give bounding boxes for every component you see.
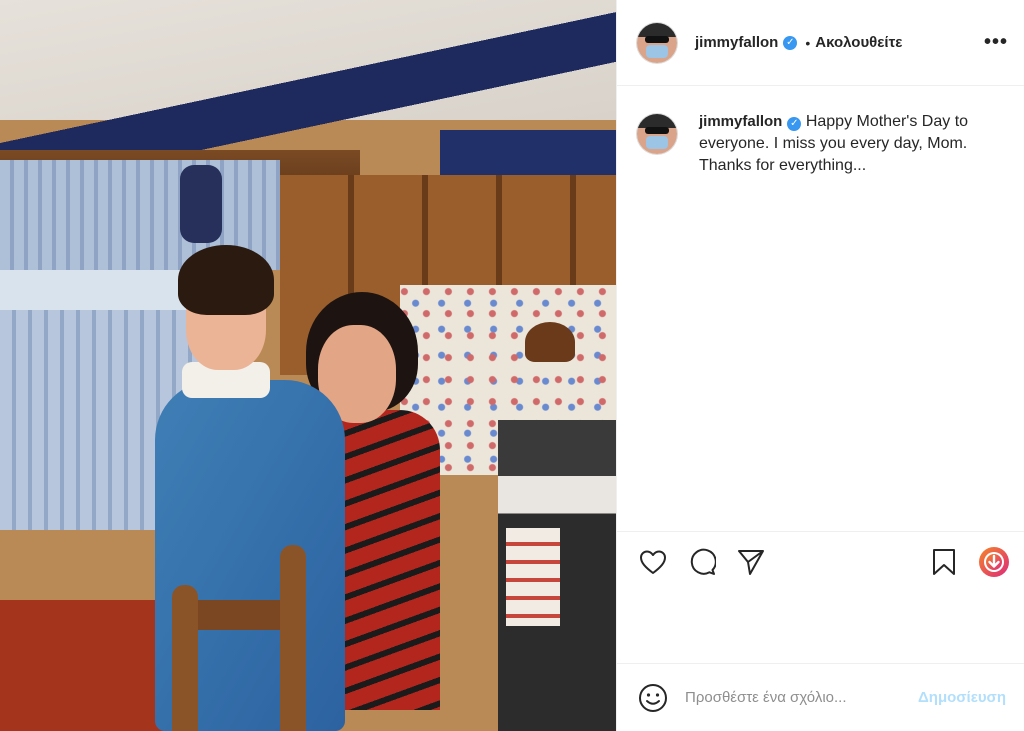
- extension-download-icon[interactable]: [978, 546, 1010, 578]
- emoji-icon[interactable]: [637, 682, 669, 714]
- comment-icon[interactable]: [686, 546, 718, 578]
- photo-wall-clock: [180, 165, 222, 243]
- caption-row: jimmyfallon ✓ Happy Mother's Day to every…: [637, 111, 1008, 177]
- avatar-mask: [646, 136, 668, 149]
- more-options-icon[interactable]: •••: [984, 31, 1008, 54]
- post-container: jimmyfallon ✓ • Ακολουθείτε ••• jimmyfal…: [0, 0, 1024, 731]
- photo-chair-rail: [190, 600, 290, 630]
- photo-wall-band: [440, 130, 616, 178]
- header-separator: •: [805, 34, 811, 51]
- photo-boy-hair: [178, 245, 274, 315]
- action-bar: [617, 531, 1024, 591]
- comment-input[interactable]: [683, 688, 918, 707]
- heart-icon[interactable]: [637, 546, 669, 578]
- photo-counter: [0, 600, 180, 731]
- photo-kettle: [525, 322, 575, 362]
- avatar-glasses: [645, 35, 669, 43]
- add-comment-bar: Δημοσίευση: [617, 663, 1024, 731]
- verified-badge-icon: ✓: [787, 117, 802, 131]
- post-comment-button[interactable]: Δημοσίευση: [918, 689, 1006, 706]
- photo-towel: [506, 528, 560, 626]
- comments-area: jimmyfallon ✓ Happy Mother's Day to every…: [617, 86, 1024, 531]
- caption-username[interactable]: jimmyfallon: [699, 113, 782, 130]
- following-button[interactable]: Ακολουθείτε: [815, 34, 902, 51]
- bookmark-icon[interactable]: [928, 546, 960, 578]
- header-username[interactable]: jimmyfallon: [695, 34, 778, 51]
- caption: jimmyfallon ✓ Happy Mother's Day to every…: [699, 111, 999, 177]
- avatar[interactable]: [637, 22, 677, 63]
- photo-chair-post: [280, 545, 306, 731]
- photo-chair-post: [172, 585, 198, 731]
- avatar-mask: [646, 44, 668, 58]
- verified-badge-icon: ✓: [783, 35, 798, 50]
- post-header: jimmyfallon ✓ • Ακολουθείτε •••: [617, 0, 1024, 86]
- post-sidebar: jimmyfallon ✓ • Ακολουθείτε ••• jimmyfal…: [616, 0, 1024, 731]
- avatar-glasses: [645, 127, 669, 134]
- avatar[interactable]: [637, 114, 677, 154]
- post-photo[interactable]: [0, 0, 616, 731]
- share-icon[interactable]: [735, 546, 767, 578]
- likes-area: [617, 591, 1024, 663]
